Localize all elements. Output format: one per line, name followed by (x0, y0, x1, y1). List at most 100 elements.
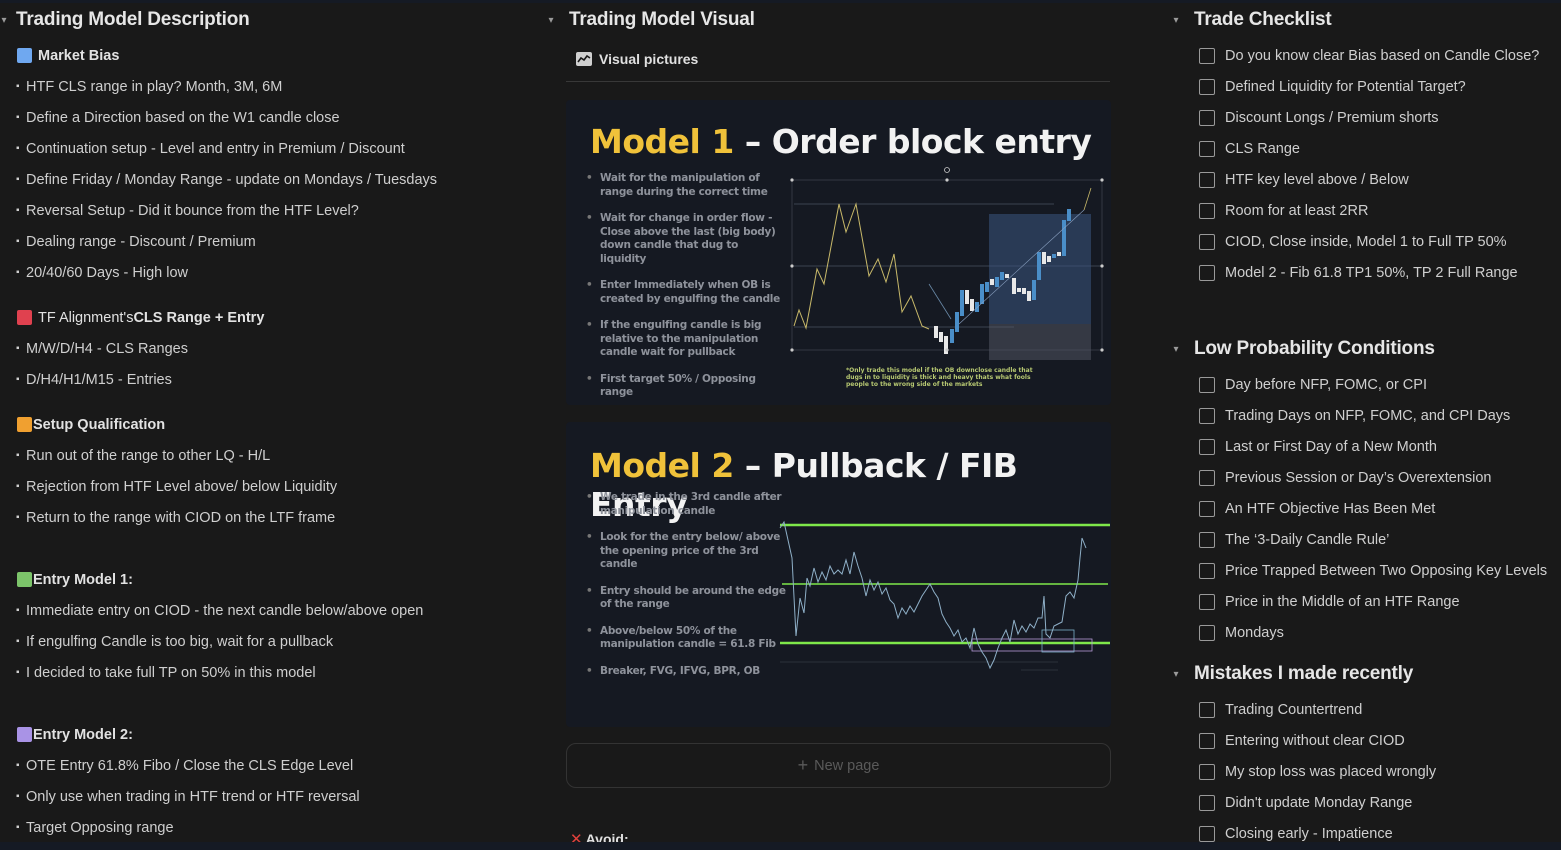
checklist-item[interactable]: Price in the Middle of an HTF Range (1165, 586, 1561, 617)
checklist-item[interactable]: An HTF Objective Has Been Met (1165, 493, 1561, 524)
model-2-bullets: We trade in the 3rd candle after manipul… (586, 491, 786, 691)
checkbox[interactable] (1199, 624, 1215, 641)
low-probability-list: Day before NFP, FOMC, or CPI Trading Day… (1165, 369, 1561, 648)
blue-square-icon (17, 48, 32, 63)
checkbox[interactable] (1199, 794, 1215, 811)
model-1-bullet: Wait for the manipulation of range durin… (586, 172, 786, 199)
checkbox[interactable] (1199, 825, 1215, 842)
list-item: ▪ Target Opposing range (16, 819, 174, 836)
toggle-arrow-icon[interactable]: ▾ (543, 15, 559, 26)
checkbox[interactable] (1199, 202, 1215, 219)
checkbox[interactable] (1199, 732, 1215, 749)
checkbox[interactable] (1199, 407, 1215, 424)
section-title: Trading Model Description (16, 9, 250, 30)
section-title: Low Probability Conditions (1194, 338, 1435, 359)
checkbox[interactable] (1199, 264, 1215, 281)
checklist-item[interactable]: Discount Longs / Premium shorts (1165, 102, 1561, 133)
checklist-item[interactable]: Didn't update Monday Range (1165, 787, 1561, 818)
toggle-arrow-icon[interactable]: ▾ (0, 15, 8, 26)
low-probability-header: ▾ Low Probability Conditions (1165, 329, 1561, 369)
checklist-item[interactable]: My stop loss was placed wrongly (1165, 756, 1561, 787)
orange-square-icon (17, 417, 32, 432)
checkbox[interactable] (1199, 376, 1215, 393)
checkbox[interactable] (1199, 47, 1215, 64)
checklist-item[interactable]: Day before NFP, FOMC, or CPI (1165, 369, 1561, 400)
checklist-item[interactable]: The ‘3-Daily Candle Rule’ (1165, 524, 1561, 555)
model-1-bullets: Wait for the manipulation of range durin… (586, 172, 786, 405)
model-1-title: Model 1 – Order block entry (590, 122, 1092, 161)
list-item: ▪ Run out of the range to other LQ - H/L (16, 447, 271, 464)
list-item: ▪ Return to the range with CIOD on the LT… (16, 509, 336, 526)
checkbox[interactable] (1199, 171, 1215, 188)
model-1-chart (790, 167, 1104, 360)
list-item: ▪ If engulfing Candle is too big, wait fo… (16, 633, 334, 650)
list-item: ▪ OTE Entry 61.8% Fibo / Close the CLS Ed… (16, 757, 354, 774)
purple-square-icon (17, 727, 32, 742)
price-path (793, 202, 930, 330)
list-item: ▪ Continuation setup - Level and entry in… (16, 140, 405, 157)
checklist-item[interactable]: Trading Days on NFP, FOMC, and CPI Days (1165, 400, 1561, 431)
checkbox[interactable] (1199, 593, 1215, 610)
checklist-item[interactable]: HTF key level above / Below (1165, 164, 1561, 195)
model-1-bullet: Enter Immediately when OB is created by … (586, 279, 786, 306)
checkbox[interactable] (1199, 500, 1215, 517)
model-2-bullet: Entry should be around the edge of the r… (586, 585, 786, 612)
toggle-arrow-icon[interactable]: ▾ (1168, 15, 1184, 26)
list-item: ▪ Dealing range - Discount / Premium (16, 233, 256, 250)
list-item: ▪ Only use when trading in HTF trend or H… (16, 788, 360, 805)
checkbox[interactable] (1199, 531, 1215, 548)
checklist-item[interactable]: Model 2 - Fib 61.8 TP1 50%, TP 2 Full Ra… (1165, 257, 1561, 288)
block-heading-market-bias: Market Bias (0, 40, 530, 71)
new-page-button[interactable]: + New page (566, 743, 1111, 788)
trade-checklist-header: ▾ Trade Checklist (1165, 0, 1561, 40)
model-2-bullet: Above/below 50% of the manipulation cand… (586, 625, 786, 652)
red-square-icon (17, 310, 32, 325)
checkbox[interactable] (1199, 109, 1215, 126)
list-item: ▪ Define Friday / Monday Range - update o… (16, 171, 438, 188)
checkbox[interactable] (1199, 140, 1215, 157)
checklist-item[interactable]: Last or First Day of a New Month (1165, 431, 1561, 462)
checklist-item[interactable]: CLS Range (1165, 133, 1561, 164)
model-2-image-card[interactable]: Model 2 – Pullback / FIB Entry We trade … (566, 422, 1111, 727)
checklist-item[interactable]: Mondays (1165, 617, 1561, 648)
block-heading-prefix: TF Alignment's (38, 309, 134, 326)
checklist-item[interactable]: Do you know clear Bias based on Candle C… (1165, 40, 1561, 71)
checkbox[interactable] (1199, 78, 1215, 95)
checklist-item[interactable]: Entering without clear CIOD (1165, 725, 1561, 756)
checklist-item[interactable]: CIOD, Close inside, Model 1 to Full TP 5… (1165, 226, 1561, 257)
model-2-chart (779, 520, 1110, 671)
list-item: ▪ D/H4/H1/M15 - Entries (16, 371, 172, 388)
new-page-label: New page (814, 757, 880, 774)
model-1-image-card[interactable]: Model 1 – Order block entry Wait for the… (566, 100, 1111, 405)
checklist-item[interactable]: Room for at least 2RR (1165, 195, 1561, 226)
toggle-arrow-icon[interactable]: ▾ (1168, 344, 1184, 355)
checkbox[interactable] (1199, 438, 1215, 455)
checkbox[interactable] (1199, 763, 1215, 780)
checkbox[interactable] (1199, 233, 1215, 250)
checklist-column: ▾ Trade Checklist Do you know clear Bias… (1165, 0, 1561, 849)
chart-page-icon (576, 52, 592, 66)
block-heading-label: Setup Qualification (33, 416, 166, 433)
list-item: ▪ 20/40/60 Days - High low (16, 264, 188, 281)
checklist-item[interactable]: Trading Countertrend (1165, 694, 1561, 725)
block-heading-label: Entry Model 2: (33, 726, 133, 743)
list-item: ▪ Rejection from HTF Level above/ below L… (16, 478, 338, 495)
checkbox[interactable] (1199, 562, 1215, 579)
plus-icon: + (797, 755, 809, 775)
checklist-item[interactable]: Previous Session or Day’s Overextension (1165, 462, 1561, 493)
checklist-item[interactable]: Price Trapped Between Two Opposing Key L… (1165, 555, 1561, 586)
trading-model-description-section: ▾ Trading Model Description Market Bias … (0, 0, 530, 843)
checklist-item[interactable]: Defined Liquidity for Potential Target? (1165, 71, 1561, 102)
mistakes-header: ▾ Mistakes I made recently (1165, 654, 1561, 694)
visual-pictures-link[interactable]: Visual pictures (540, 40, 1120, 78)
bottom-edge (0, 842, 1561, 850)
block-heading-entry-model-2: Entry Model 2: (0, 719, 530, 750)
block-heading-setup-qualification: Setup Qualification (0, 409, 530, 440)
checkbox[interactable] (1199, 701, 1215, 718)
toggle-arrow-icon[interactable]: ▾ (1168, 669, 1184, 680)
checkbox[interactable] (1199, 469, 1215, 486)
section-title: Mistakes I made recently (1194, 663, 1414, 684)
list-item: ▪ Immediate entry on CIOD - the next cand… (16, 602, 424, 619)
list-item: ▪ M/W/D/H4 - CLS Ranges (16, 340, 188, 357)
block-heading-tf-alignment: TF Alignment's CLS Range + Entry (0, 302, 530, 333)
